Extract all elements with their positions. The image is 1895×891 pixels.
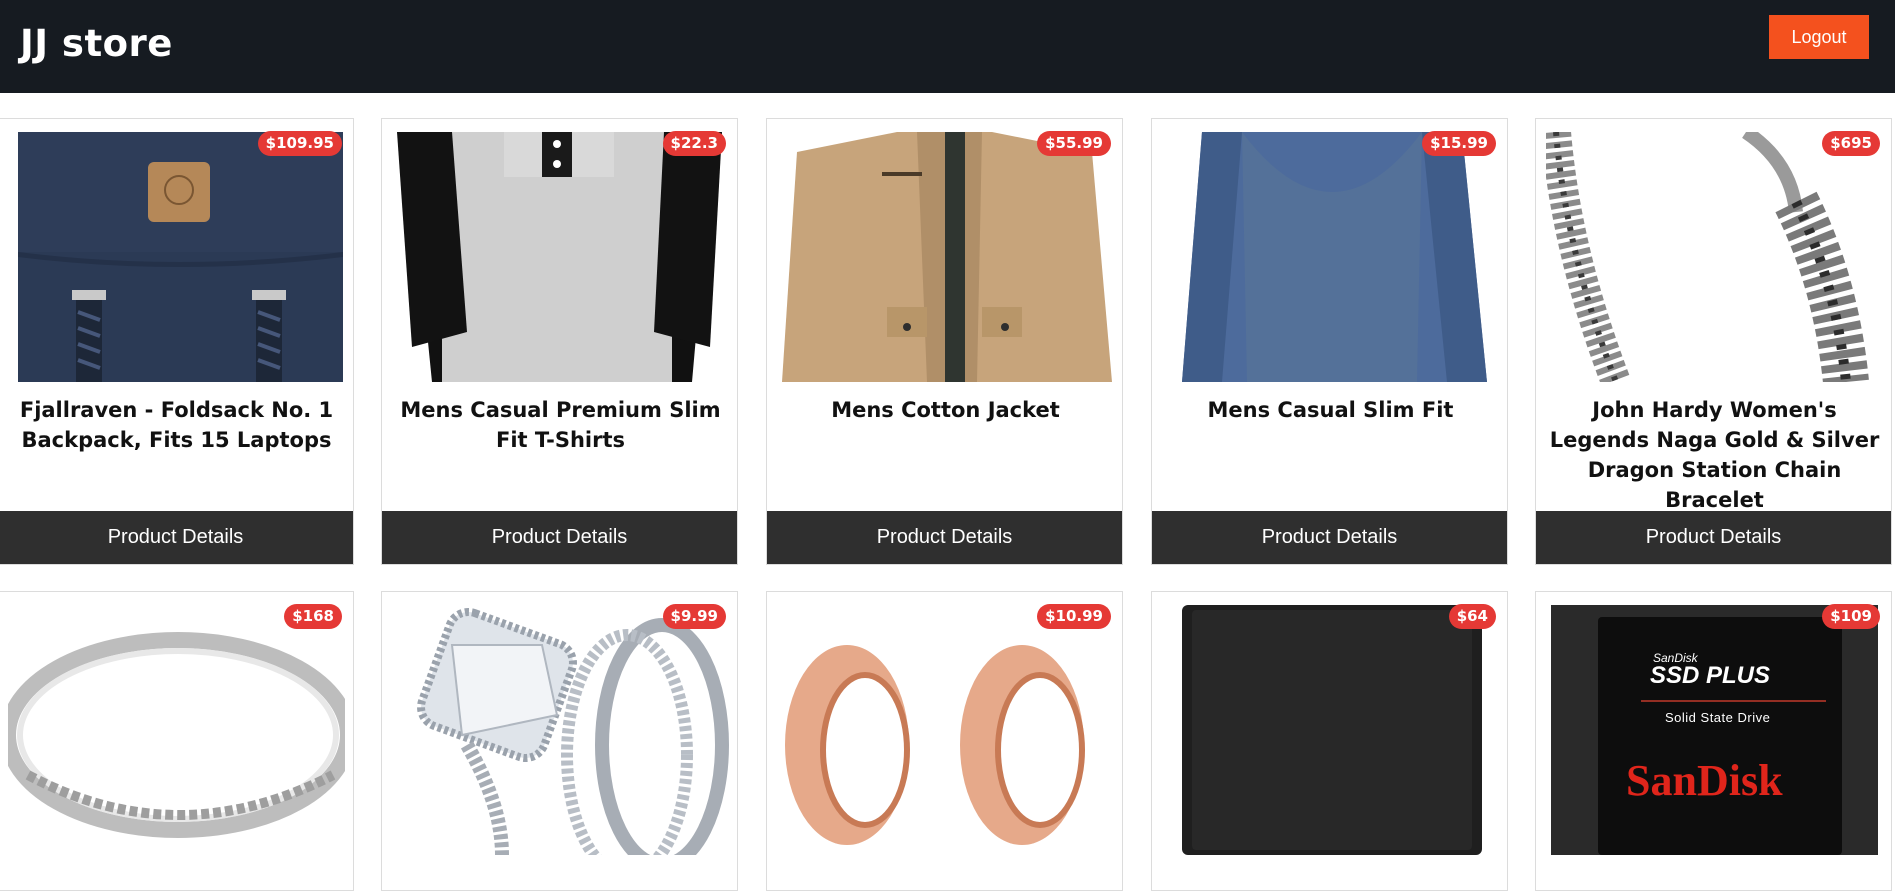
price-badge: $22.3	[662, 131, 726, 156]
product-image-hard-drive	[1162, 605, 1499, 855]
product-image-tshirt	[392, 132, 729, 382]
product-title[interactable]: Mens Cotton Jacket	[777, 395, 1114, 425]
product-card: SanDisk SSD PLUS Solid State Drive SanDi…	[1535, 591, 1892, 891]
product-details-button[interactable]: Product Details	[1152, 511, 1507, 564]
price-badge: $9.99	[662, 604, 726, 629]
product-image-backpack	[8, 132, 345, 382]
price-badge: $15.99	[1422, 131, 1496, 156]
product-card: $168	[0, 591, 354, 891]
ssd-line1: SSD PLUS	[1650, 662, 1771, 689]
product-card: $64	[1151, 591, 1508, 891]
product-image-ear-tunnels	[777, 605, 1114, 855]
product-card: $15.99 Mens Casual Slim Fit Product Deta…	[1151, 118, 1508, 565]
price-badge: $64	[1448, 604, 1496, 629]
product-card: $109.95 Fjallraven - Foldsack No. 1 Back…	[0, 118, 354, 565]
price-badge: $695	[1822, 131, 1880, 156]
price-badge: $10.99	[1037, 604, 1111, 629]
product-details-button[interactable]: Product Details	[767, 511, 1122, 564]
ssd-line2: Solid State Drive	[1665, 710, 1771, 725]
product-image-ring-band	[8, 605, 345, 855]
product-image-bracelet	[1546, 132, 1883, 382]
price-badge: $55.99	[1037, 131, 1111, 156]
price-badge: $109	[1822, 604, 1880, 629]
product-details-button[interactable]: Product Details	[0, 511, 353, 564]
product-title[interactable]: John Hardy Women's Legends Naga Gold & S…	[1546, 395, 1883, 515]
product-card: $22.3 Mens Casual Premium Slim Fit T-Shi…	[381, 118, 738, 565]
product-title[interactable]: Mens Casual Slim Fit	[1162, 395, 1499, 425]
product-details-button[interactable]: Product Details	[1536, 511, 1891, 564]
price-badge: $168	[284, 604, 342, 629]
product-card: $695 John Hardy Women's Legends Naga Gol…	[1535, 118, 1892, 565]
product-image-longsleeve	[1162, 132, 1499, 382]
product-card: $55.99 Mens Cotton Jacket Product Detail…	[766, 118, 1123, 565]
product-image-ring-diamond	[392, 605, 729, 855]
product-card: $9.99	[381, 591, 738, 891]
price-badge: $109.95	[257, 131, 342, 156]
product-image-jacket	[777, 132, 1114, 382]
product-card: $10.99	[766, 591, 1123, 891]
product-title[interactable]: Mens Casual Premium Slim Fit T-Shirts	[392, 395, 729, 455]
product-image-ssd: SanDisk SSD PLUS Solid State Drive SanDi…	[1546, 605, 1883, 855]
ssd-logo: SanDisk	[1626, 756, 1783, 805]
product-title[interactable]: Fjallraven - Foldsack No. 1 Backpack, Fi…	[8, 395, 345, 455]
product-details-button[interactable]: Product Details	[382, 511, 737, 564]
product-grid: $109.95 Fjallraven - Foldsack No. 1 Back…	[0, 0, 1895, 891]
